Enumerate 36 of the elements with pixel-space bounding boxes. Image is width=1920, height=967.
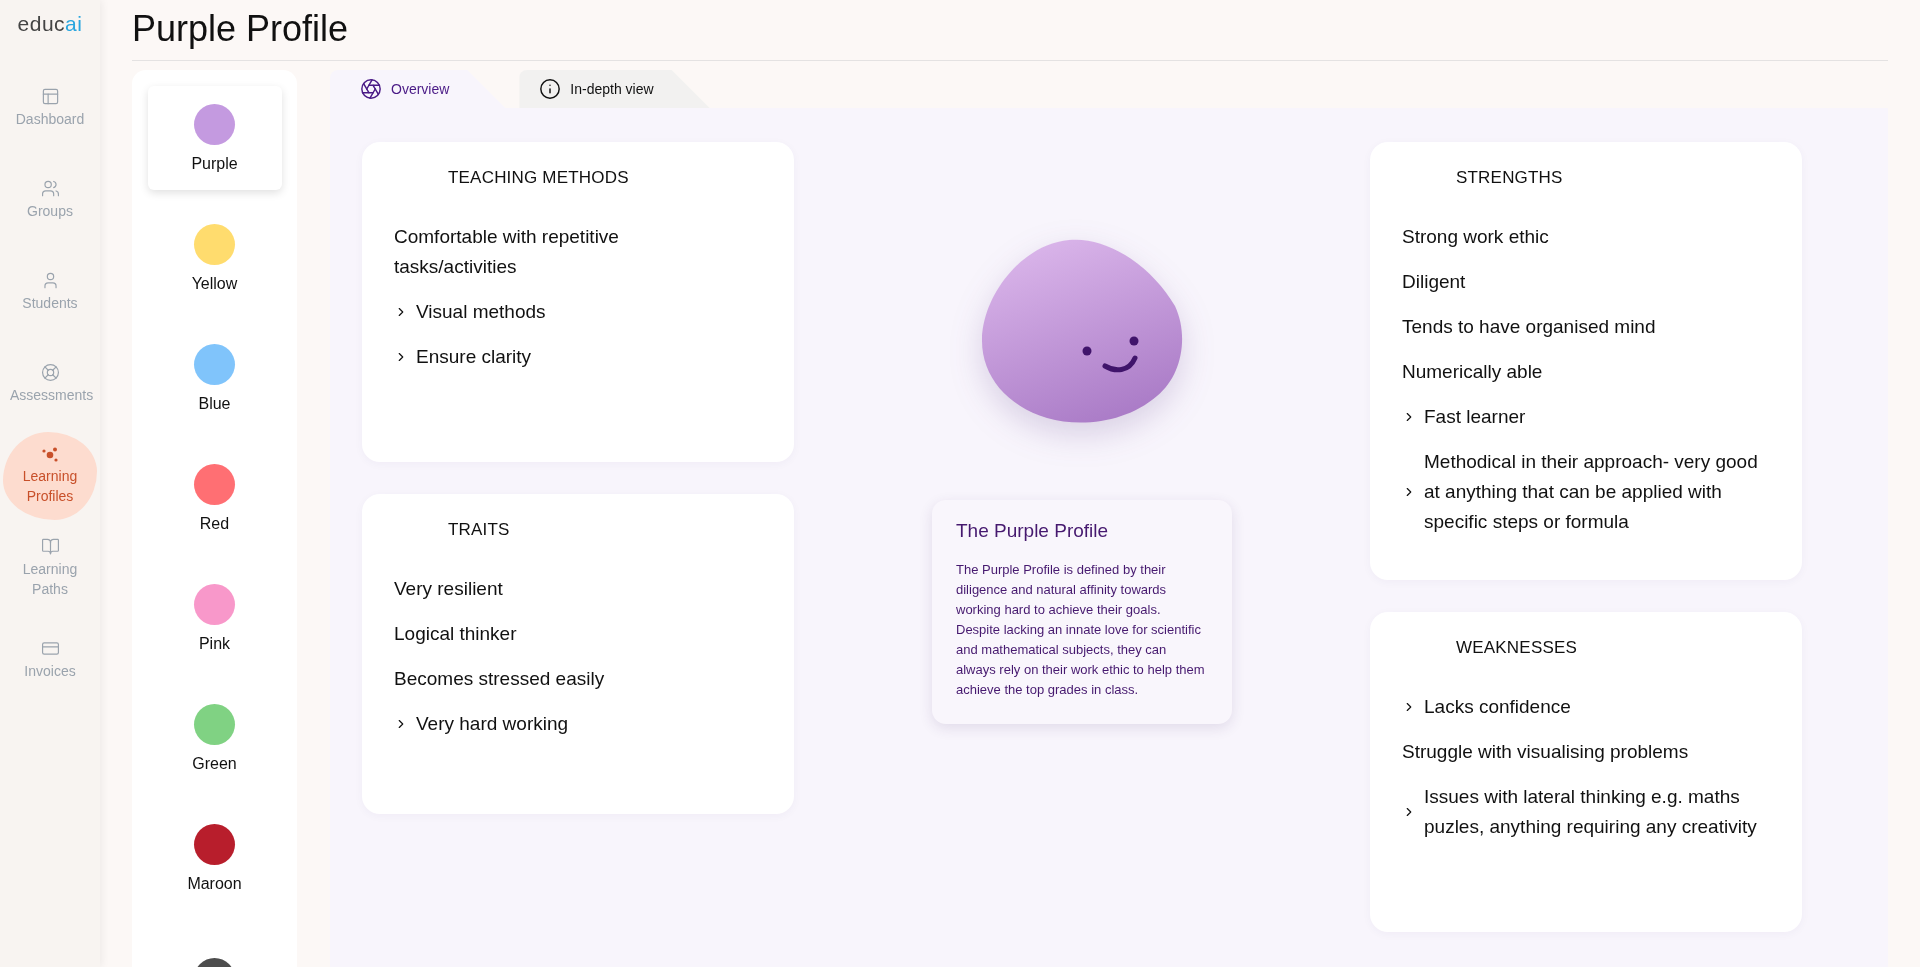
logo[interactable]: educai — [17, 12, 83, 36]
trait-text: Comfortable with repetitive tasks/activities — [394, 225, 620, 279]
trait-text: Struggle with visualising problems — [1402, 740, 1689, 764]
trait-text: Very resilient — [394, 577, 503, 601]
info-icon — [539, 78, 562, 100]
card-heading: STRENGTHS — [1456, 168, 1564, 188]
credit-card-icon — [40, 639, 60, 658]
description-text: The Purple Profile is defined by their diligence and natural affinity towards working hard to achieve their goals. Despite lacking an innate love for scientific and mathematical subjects, they can always rely on their work ethic to help them achieve the top grades in class. — [956, 561, 1206, 699]
tab[interactable]: In-depth view — [519, 70, 710, 108]
trait-text: Ensure clarity — [416, 345, 532, 369]
trait-text: Tends to have organised mind — [1402, 315, 1656, 339]
trait-text: Becomes stressed easily — [394, 667, 605, 691]
page-title: Purple Profile — [132, 0, 1888, 61]
layout-icon — [40, 87, 60, 106]
profile-item[interactable]: Purple — [147, 86, 282, 190]
trait-text: Very hard working — [416, 712, 569, 736]
nav-item[interactable]: Learning Profiles — [3, 432, 97, 520]
card-heading: WEAKNESSES — [1456, 638, 1579, 658]
trait-text: Numerically able — [1402, 360, 1543, 384]
trait-text: Strong work ethic — [1402, 225, 1549, 249]
dots-icon — [41, 446, 59, 463]
users-icon — [40, 179, 60, 198]
trait-text: Visual methods — [416, 300, 546, 324]
trait-text: Lacks confidence — [1424, 695, 1571, 719]
trait-text: Issues with lateral thinking e.g. maths puzles, anything requiring any creativity — [1424, 785, 1758, 839]
trait-text: Methodical in their approach- very good at anything that can be applied with specific steps or formula — [1424, 450, 1759, 534]
lifebuoy-icon — [40, 363, 60, 382]
card-heading: TRAITS — [448, 520, 511, 540]
trait-text: Diligent — [1402, 270, 1466, 294]
trait-text: Fast learner — [1424, 405, 1526, 429]
card-heading: TEACHING METHODS — [448, 168, 630, 188]
trait-text: Logical thinker — [394, 622, 517, 646]
tab[interactable]: Overview — [330, 70, 506, 108]
aperture-icon — [360, 78, 382, 100]
book-icon — [40, 537, 60, 556]
description-title: The Purple Profile — [956, 520, 1110, 542]
